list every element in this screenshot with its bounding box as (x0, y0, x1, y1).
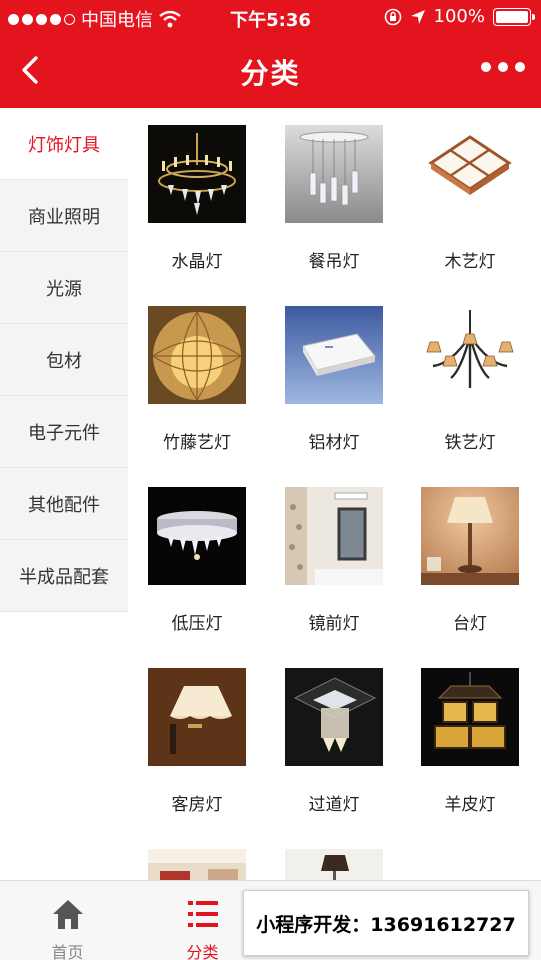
product-label: 台灯 (453, 614, 487, 634)
tab-label: 首页 (51, 943, 84, 960)
tab-home[interactable]: 首页 (0, 881, 135, 960)
room-interior-image (148, 849, 246, 880)
more-dot (481, 62, 491, 72)
product-label: 过道灯 (308, 795, 360, 815)
home-icon (52, 900, 83, 929)
sidebar-item-lighting-fixtures[interactable]: 灯饰灯具 (0, 108, 128, 180)
product-item[interactable]: 镜前灯 (274, 487, 394, 634)
wood-ceiling-lamp-image (421, 125, 519, 223)
product-item[interactable]: 羊皮灯 (410, 668, 530, 815)
aluminum-panel-image (285, 306, 383, 404)
product-item[interactable]: 低压灯 (137, 487, 257, 634)
parchment-lamp-image (421, 668, 519, 766)
product-label: 竹藤艺灯 (163, 433, 231, 453)
sidebar-item-label: 电子元件 (28, 422, 100, 444)
product-label: 羊皮灯 (444, 795, 496, 815)
sidebar-item-other-parts[interactable]: 其他配件 (0, 468, 128, 540)
rattan-lamp-image (148, 306, 246, 404)
product-item[interactable] (137, 849, 257, 880)
list-icon (187, 901, 218, 927)
product-label: 餐吊灯 (308, 252, 360, 272)
more-dot (498, 62, 508, 72)
aisle-light-image (285, 668, 383, 766)
product-item[interactable]: 台灯 (410, 487, 530, 634)
sidebar-item-commercial-lighting[interactable]: 商业照明 (0, 180, 128, 252)
product-item[interactable]: 餐吊灯 (274, 125, 394, 272)
product-label: 铁艺灯 (444, 433, 496, 453)
product-item[interactable] (274, 849, 394, 880)
wall-sconce-image (148, 668, 246, 766)
sidebar-item-label: 光源 (46, 278, 82, 300)
dining-pendant-image (285, 125, 383, 223)
product-label: 镜前灯 (308, 614, 360, 634)
nav-bar: 分类 (0, 36, 541, 108)
more-dot (515, 62, 525, 72)
sidebar-item-packaging[interactable]: 包材 (0, 324, 128, 396)
status-right: 100% (384, 6, 535, 27)
sidebar-item-label: 其他配件 (28, 494, 100, 516)
product-item[interactable]: 过道灯 (274, 668, 394, 815)
battery-icon (493, 7, 535, 26)
sidebar-item-label: 包材 (46, 350, 82, 372)
product-item[interactable]: 竹藤艺灯 (137, 306, 257, 453)
sidebar-item-electronics[interactable]: 电子元件 (0, 396, 128, 468)
product-label: 客房灯 (171, 795, 223, 815)
category-sidebar: 灯饰灯具 商业照明 光源 包材 电子元件 其他配件 半成品配套 (0, 108, 128, 612)
iron-chandelier-image (421, 306, 519, 404)
page-title: 分类 (240, 57, 301, 90)
promo-text: 小程序开发：13691612727 (256, 913, 516, 936)
status-bar: 中国电信 下午5:36 100% (0, 0, 541, 36)
table-lamp-image (421, 487, 519, 585)
sidebar-item-semi-finished[interactable]: 半成品配套 (0, 540, 128, 612)
floor-lamp-image (285, 849, 383, 880)
battery-percent: 100% (433, 6, 485, 27)
sidebar-item-label: 半成品配套 (19, 566, 109, 588)
mirror-light-image (285, 487, 383, 585)
sidebar-item-light-source[interactable]: 光源 (0, 252, 128, 324)
crystal-chandelier-image (148, 125, 246, 223)
more-button[interactable] (481, 62, 525, 72)
rotation-lock-icon (384, 8, 401, 25)
product-item[interactable]: 水晶灯 (137, 125, 257, 272)
crystal-ceiling-image (148, 487, 246, 585)
sidebar-item-label: 灯饰灯具 (28, 134, 100, 156)
location-arrow-icon (410, 9, 425, 24)
product-grid: 水晶灯 餐吊灯 木艺灯 竹藤艺灯 铝材灯 铁艺灯 低压灯 镜前灯 台灯 客房灯 … (128, 108, 541, 880)
product-item[interactable]: 木艺灯 (410, 125, 530, 272)
product-label: 低压灯 (171, 614, 223, 634)
product-item[interactable]: 铝材灯 (274, 306, 394, 453)
product-label: 铝材灯 (308, 433, 360, 453)
product-item[interactable]: 客房灯 (137, 668, 257, 815)
product-item[interactable]: 铁艺灯 (410, 306, 530, 453)
header: 中国电信 下午5:36 100% 分类 (0, 0, 541, 108)
sidebar-item-label: 商业照明 (28, 206, 100, 228)
product-label: 木艺灯 (444, 252, 496, 272)
product-label: 水晶灯 (171, 252, 223, 272)
promo-banner: 小程序开发：13691612727 (243, 890, 529, 956)
